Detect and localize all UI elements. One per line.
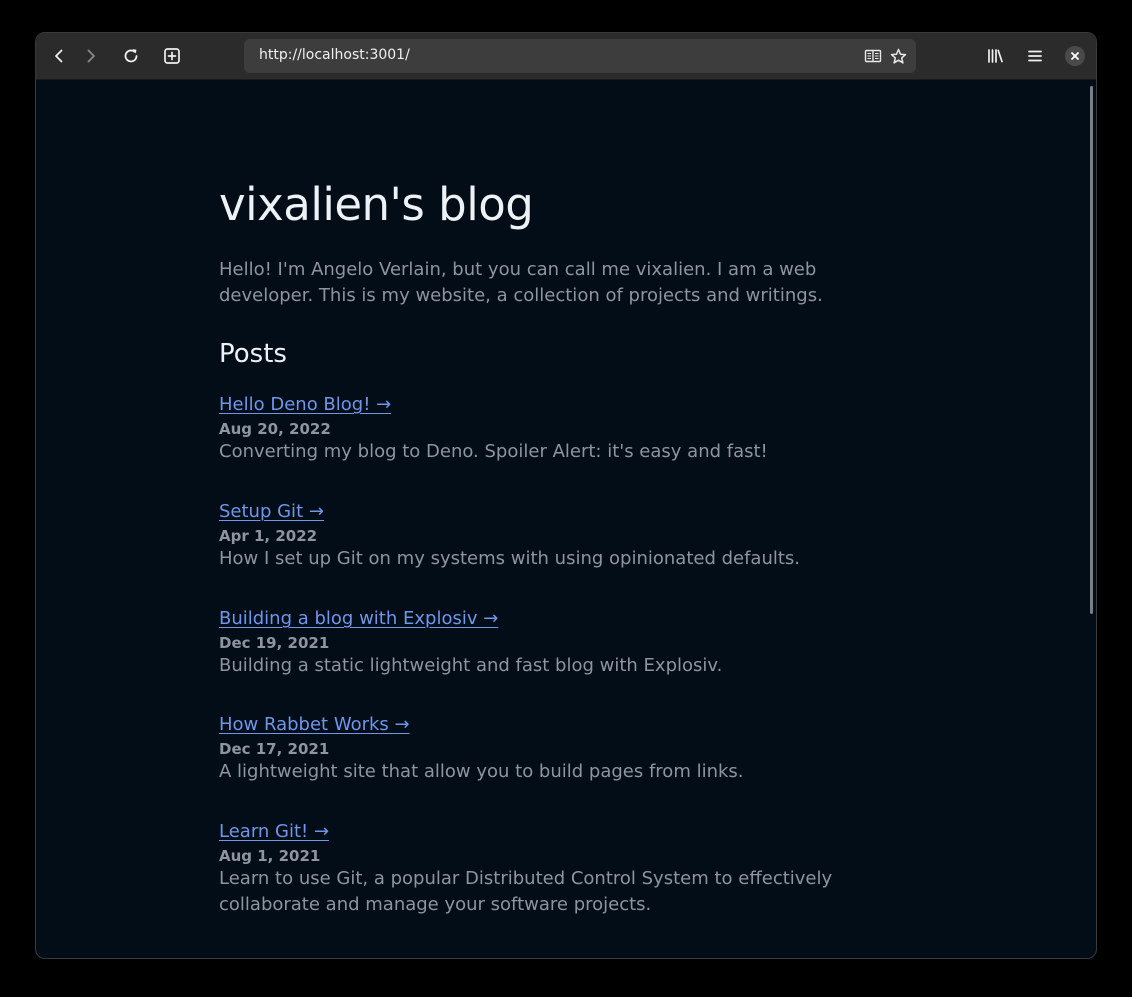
post-link[interactable]: How Rabbet Works → [219, 712, 410, 738]
page-title: vixalien's blog [219, 178, 534, 231]
intro-paragraph: Hello! I'm Angelo Verlain, but you can c… [219, 259, 823, 306]
close-icon [1071, 52, 1079, 60]
page-content[interactable]: vixalien's blog Hello! I'm Angelo Verlai… [36, 80, 1096, 958]
close-window-button[interactable] [1065, 46, 1085, 66]
browser-toolbar: http://localhost:3001/ [36, 33, 1096, 80]
library-button[interactable] [981, 42, 1009, 70]
post-link[interactable]: Setup Git → [219, 499, 324, 525]
post-date: Dec 19, 2021 [219, 634, 330, 652]
reload-icon [124, 49, 138, 63]
post-item: Setup Git → Apr 1, 2022 How I set up Git… [219, 499, 909, 572]
post-item-partial [219, 952, 909, 958]
post-snippet: Building a static lightweight and fast b… [219, 655, 723, 676]
back-button[interactable] [45, 42, 73, 70]
post-date: Aug 1, 2021 [219, 847, 321, 865]
post-link-partial[interactable] [219, 952, 333, 958]
post-item: Hello Deno Blog! → Aug 20, 2022 Converti… [219, 392, 909, 465]
new-tab-button[interactable] [158, 42, 186, 70]
post-link[interactable]: Building a blog with Explosiv → [219, 606, 498, 632]
post-snippet: Learn to use Git, a popular Distributed … [219, 868, 833, 915]
post-item: Building a blog with Explosiv → Dec 19, … [219, 606, 909, 679]
new-tab-icon [164, 48, 180, 64]
post-snippet: A lightweight site that allow you to bui… [219, 761, 744, 782]
post-date: Dec 17, 2021 [219, 740, 330, 758]
library-icon [988, 49, 1003, 63]
reload-button[interactable] [117, 42, 145, 70]
address-bar[interactable]: http://localhost:3001/ [244, 39, 916, 73]
browser-window: http://localhost:3001/ vixalien's blog H… [35, 32, 1097, 959]
post-snippet: How I set up Git on my systems with usin… [219, 548, 801, 569]
post-date: Apr 1, 2022 [219, 527, 318, 545]
menu-button[interactable] [1021, 42, 1049, 70]
url-text[interactable]: http://localhost:3001/ [259, 47, 410, 63]
forward-button[interactable] [77, 42, 105, 70]
star-icon[interactable] [889, 47, 907, 65]
posts-heading: Posts [219, 339, 287, 369]
scrollbar-thumb[interactable] [1090, 86, 1093, 614]
post-link[interactable]: Learn Git! → [219, 819, 329, 845]
chevron-left-icon [55, 49, 63, 63]
post-item: Learn Git! → Aug 1, 2021 Learn to use Gi… [219, 819, 909, 918]
post-date: Aug 20, 2022 [219, 420, 331, 438]
post-item: How Rabbet Works → Dec 17, 2021 A lightw… [219, 712, 909, 785]
chevron-right-icon [87, 49, 95, 63]
post-snippet: Converting my blog to Deno. Spoiler Aler… [219, 441, 768, 462]
post-link[interactable]: Hello Deno Blog! → [219, 392, 391, 418]
reader-view-icon[interactable] [864, 47, 882, 65]
hamburger-menu-icon [1028, 50, 1042, 62]
